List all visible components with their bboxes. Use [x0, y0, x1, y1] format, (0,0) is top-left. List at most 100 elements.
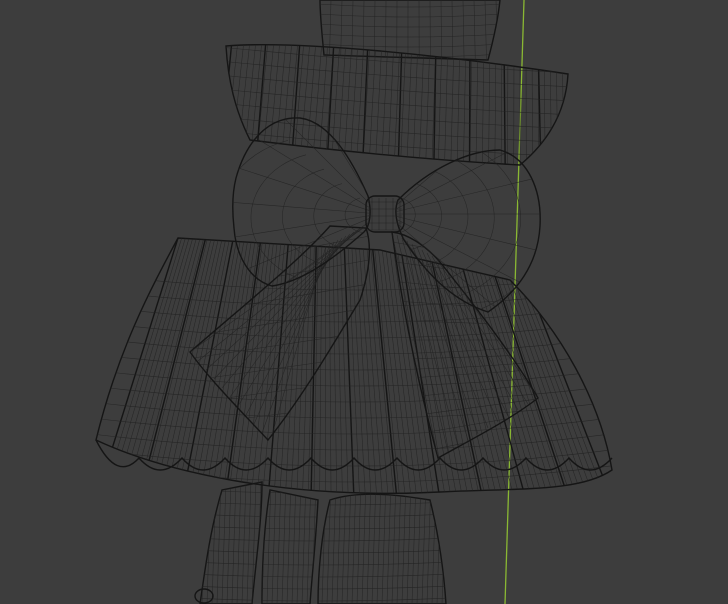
wire-edge [432, 238, 492, 494]
wire-edge [326, 482, 332, 604]
wire-edge [118, 238, 194, 494]
bow[interactable] [94, 36, 626, 394]
wire-edge [204, 238, 249, 494]
wire-edge [435, 150, 541, 312]
wire-edge [96, 445, 612, 467]
wire-edge [267, 44, 281, 165]
wire-edge [200, 585, 446, 590]
wire-edge [361, 44, 369, 165]
wire-edge [426, 482, 432, 604]
wire-edge [346, 482, 352, 604]
wire-edge [329, 0, 332, 60]
wire-edge [200, 573, 446, 578]
wire-edge [451, 0, 454, 60]
wire-edge [200, 513, 446, 518]
wire-edge [396, 150, 541, 215]
wire-edge [543, 44, 546, 165]
wire-edge [437, 44, 443, 165]
wire-edge [319, 238, 323, 494]
wire-edge [254, 44, 267, 165]
wire-edge [301, 482, 307, 604]
wire-edge [96, 301, 612, 323]
wire-edge [531, 44, 533, 165]
wire-edge [368, 44, 377, 165]
wire-edge [391, 482, 397, 604]
wire-edge [232, 140, 344, 286]
wire-edge [241, 482, 247, 604]
3d-viewport[interactable] [0, 0, 728, 604]
wire-edge [476, 238, 561, 494]
wire-edge [396, 171, 541, 215]
wire-edge [362, 238, 383, 494]
wire-edge [158, 238, 219, 494]
wire-edge [412, 44, 419, 165]
wire-edge [340, 0, 343, 60]
wire-edge [387, 44, 395, 165]
mesh-scene[interactable] [0, 0, 728, 604]
wire-edge [356, 482, 362, 604]
wire-edge [567, 44, 568, 165]
wire-edge [200, 597, 446, 602]
wire-edge [320, 43, 500, 48]
wire-edge [332, 238, 338, 494]
wire-edge [321, 482, 327, 604]
bow-ribbon-tails[interactable] [180, 210, 560, 480]
wire-edge [444, 44, 449, 165]
wire-edge [371, 482, 377, 604]
wire-edge [280, 44, 293, 165]
wire-edge [200, 482, 202, 604]
wire-edge [296, 482, 302, 604]
wire-edge [396, 482, 402, 604]
wire-edge [226, 44, 227, 165]
wire-edge [226, 482, 232, 604]
wire-edge [226, 116, 568, 144]
wire-edge [396, 213, 541, 296]
wire-edge [232, 213, 371, 243]
wire-edge [192, 480, 196, 604]
wire-edge [250, 154, 351, 284]
wire-edge [358, 238, 378, 494]
wrist[interactable] [318, 0, 502, 61]
wire-edge [401, 482, 407, 604]
wire-edge [381, 44, 389, 165]
wire-edge [431, 482, 437, 604]
ruffled-skirt[interactable] [60, 237, 640, 514]
wire-edge [462, 0, 465, 60]
wire-edge [318, 44, 329, 165]
wire-edge [281, 482, 287, 604]
wire-edge [96, 413, 612, 435]
wire-edge [141, 238, 208, 494]
wire-edge [326, 44, 335, 165]
hand-fingers[interactable] [190, 480, 450, 604]
wire-edge [396, 150, 524, 215]
wire-edge [221, 482, 227, 604]
wire-edge [271, 482, 277, 604]
wire-edge [351, 482, 357, 604]
wire-edge [408, 150, 495, 285]
wire-edge [351, 0, 354, 60]
wire-edge [305, 44, 317, 165]
wire-edge [374, 44, 383, 165]
wire-edge [361, 482, 367, 604]
wire-edge [282, 168, 358, 267]
wire-edge [200, 525, 446, 530]
wire-edge [341, 482, 347, 604]
wire-edge [473, 0, 476, 60]
wire-edge [313, 183, 365, 250]
wire-edge [299, 44, 311, 165]
wire-edge [236, 482, 242, 604]
wire-edge [242, 44, 257, 165]
wire-edge [255, 44, 269, 165]
wire-edge [226, 44, 233, 165]
wire-edge [495, 0, 498, 60]
wire-edge [320, 33, 500, 38]
wire-edge [369, 238, 395, 494]
wire-edge [381, 482, 387, 604]
wire-edge [376, 482, 382, 604]
wire-edge [261, 44, 275, 165]
wire-edge [286, 482, 292, 604]
fingernail [194, 588, 214, 604]
wire-edge [555, 44, 559, 165]
wire-edge [246, 482, 252, 604]
wire-edge [96, 429, 612, 451]
